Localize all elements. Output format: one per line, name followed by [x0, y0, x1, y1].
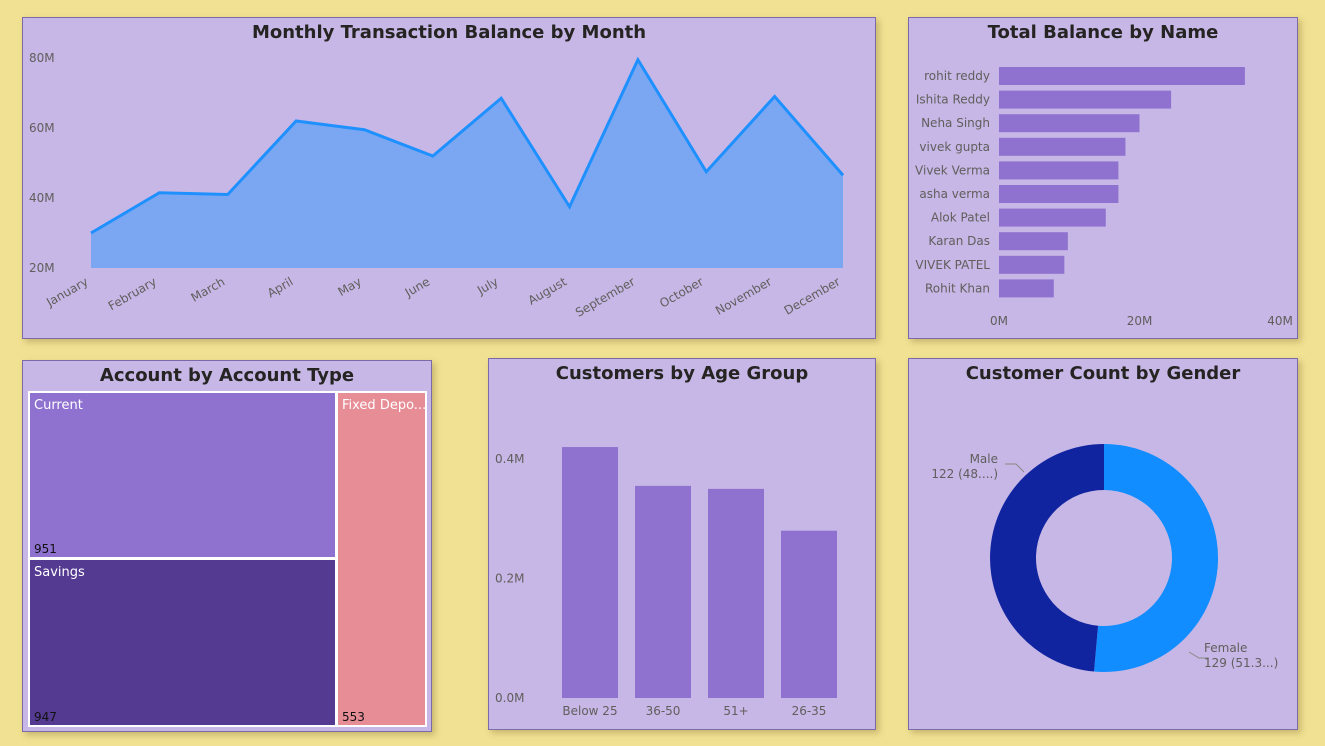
name-bar: [999, 255, 1065, 274]
donut-slice-male: [990, 444, 1104, 672]
x-tick-label: June: [402, 274, 433, 300]
treemap-tile-current[interactable]: Current 951: [28, 391, 337, 559]
name-label: asha verma: [919, 187, 990, 201]
x-tick-label: October: [657, 274, 706, 310]
y-tick-label: 0.0M: [495, 691, 524, 705]
name-bar: [999, 208, 1106, 227]
x-tick-label: May: [335, 274, 363, 299]
x-tick-label: March: [189, 274, 228, 304]
name-bar: [999, 161, 1119, 180]
x-tick-label: 0M: [990, 314, 1008, 328]
account-type-panel: Account by Account Type Current 951 Savi…: [22, 360, 432, 732]
male-value-label: 122 (48....): [931, 467, 998, 481]
y-tick-label: 0.2M: [495, 572, 524, 586]
name-bar: [999, 137, 1126, 156]
donut-slice-female: [1094, 444, 1219, 672]
gender-panel: Customer Count by Gender Female 129 (51.3…: [908, 358, 1298, 730]
x-tick-label: November: [713, 274, 774, 317]
name-label: VIVEK PATEL: [915, 258, 990, 272]
name-bar: [999, 67, 1245, 85]
x-tick-label: January: [43, 274, 90, 309]
name-label: rohit reddy: [924, 69, 990, 83]
x-tick-label: December: [782, 274, 843, 317]
area-fill: [91, 59, 843, 268]
x-tick-label: September: [573, 274, 637, 319]
name-label: vivek gupta: [919, 140, 990, 154]
age-group-panel: Customers by Age Group 0.0M 0.2M 0.4M Below…: [488, 358, 876, 730]
y-tick-label: 40M: [29, 191, 55, 205]
name-label: Ishita Reddy: [916, 93, 990, 107]
y-tick-label: 20M: [29, 261, 55, 275]
name-label: Neha Singh: [921, 116, 990, 130]
male-leader-line: [1005, 463, 1025, 473]
name-bar: [999, 279, 1054, 298]
treemap-value-fixed-deposit: 553: [342, 710, 365, 724]
treemap-tile-fixed-deposit[interactable]: Fixed Depo... 553: [336, 391, 427, 727]
treemap-tile-savings[interactable]: Savings 947: [28, 558, 337, 727]
name-label: Rohit Khan: [925, 281, 990, 295]
female-label: Female: [1204, 641, 1247, 655]
x-tick-label: April: [265, 274, 296, 300]
age-bar: [708, 488, 764, 698]
x-tick-label: August: [526, 274, 570, 307]
age-label: 36-50: [646, 704, 681, 718]
name-bar: [999, 232, 1068, 251]
age-bar: [562, 447, 618, 698]
treemap-label-savings: Savings: [34, 565, 85, 580]
age-group-chart: 0.0M 0.2M 0.4M Below 25 36-50 51+ 26-35: [495, 447, 837, 718]
balance-by-name-chart: rohit reddy Ishita Reddy Neha Singh vivek g…: [915, 67, 1293, 328]
account-type-title: Account by Account Type: [99, 365, 355, 386]
name-bar: [999, 185, 1119, 203]
monthly-balance-panel: Monthly Transaction Balance by Month 20M…: [22, 17, 876, 339]
treemap-label-fixed-deposit: Fixed Depo...: [342, 398, 427, 413]
y-tick-label: 0.4M: [495, 452, 524, 466]
name-label: Vivek Verma: [915, 163, 990, 177]
x-tick-label: July: [474, 274, 501, 297]
y-tick-label: 60M: [29, 121, 55, 135]
treemap-value-savings: 947: [34, 710, 57, 724]
x-tick-label: February: [106, 274, 159, 313]
age-label: Below 25: [562, 704, 617, 718]
name-label: Karan Das: [928, 234, 990, 248]
treemap-value-current: 951: [34, 542, 57, 556]
name-bar: [999, 90, 1172, 109]
treemap-label-current: Current: [34, 398, 83, 413]
y-tick-label: 80M: [29, 51, 55, 65]
female-value-label: 129 (51.3...): [1204, 656, 1278, 670]
name-bar: [999, 114, 1140, 133]
balance-by-name-panel: Total Balance by Name rohit reddy Ishita …: [908, 17, 1298, 339]
x-tick-label: 40M: [1267, 314, 1293, 328]
name-label: Alok Patel: [931, 211, 990, 225]
age-bar: [635, 485, 691, 698]
age-label: 51+: [723, 704, 748, 718]
age-label: 26-35: [792, 704, 827, 718]
monthly-balance-chart: 20M 40M 60M 80M January February March April May…: [29, 51, 845, 320]
age-bar: [781, 530, 837, 698]
x-tick-label: 20M: [1127, 314, 1153, 328]
male-label: Male: [970, 452, 998, 466]
gender-chart: Female129 (51.3...) Male122 (48....): [931, 444, 1278, 672]
